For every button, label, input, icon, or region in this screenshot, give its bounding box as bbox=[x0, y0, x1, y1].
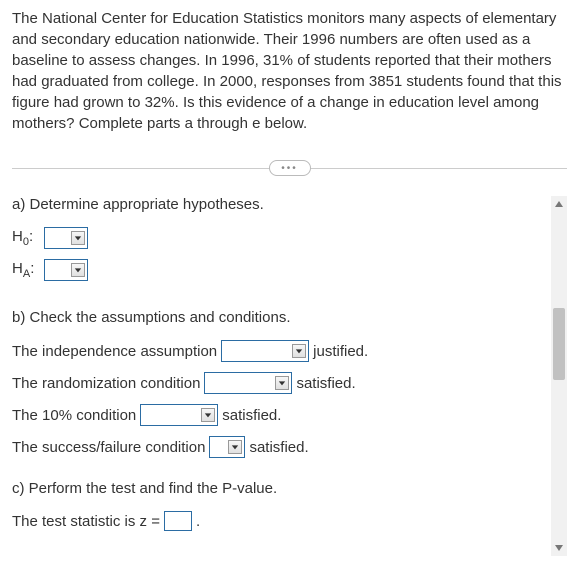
independence-dropdown[interactable] bbox=[221, 340, 309, 362]
chevron-down-icon bbox=[71, 263, 85, 277]
vertical-scrollbar[interactable] bbox=[551, 196, 567, 556]
chevron-down-icon bbox=[292, 344, 306, 358]
test-statistic-suffix: . bbox=[196, 513, 200, 530]
part-c-heading: c) Perform the test and find the P-value… bbox=[12, 480, 547, 497]
independence-label: The independence assumption bbox=[12, 343, 217, 360]
ten-percent-dropdown[interactable] bbox=[140, 404, 218, 426]
h0-dropdown[interactable] bbox=[44, 227, 88, 249]
ha-label: HA: bbox=[12, 260, 40, 280]
expand-pill[interactable]: ••• bbox=[269, 160, 311, 176]
scroll-up-button[interactable] bbox=[551, 196, 567, 212]
z-value-input[interactable] bbox=[164, 511, 192, 531]
randomization-label: The randomization condition bbox=[12, 375, 200, 392]
success-failure-label: The success/failure condition bbox=[12, 439, 205, 456]
scroll-down-button[interactable] bbox=[551, 540, 567, 556]
ten-percent-label: The 10% condition bbox=[12, 407, 136, 424]
success-failure-suffix: satisfied. bbox=[249, 439, 308, 456]
independence-suffix: justified. bbox=[313, 343, 368, 360]
h0-label: H0: bbox=[12, 228, 40, 248]
part-a-heading: a) Determine appropriate hypotheses. bbox=[12, 196, 547, 213]
ten-percent-suffix: satisfied. bbox=[222, 407, 281, 424]
success-failure-dropdown[interactable] bbox=[209, 436, 245, 458]
randomization-dropdown[interactable] bbox=[204, 372, 292, 394]
problem-statement: The National Center for Education Statis… bbox=[12, 8, 567, 134]
randomization-suffix: satisfied. bbox=[296, 375, 355, 392]
chevron-down-icon bbox=[71, 231, 85, 245]
chevron-down-icon bbox=[201, 408, 215, 422]
scrollbar-thumb[interactable] bbox=[553, 308, 565, 380]
test-statistic-label: The test statistic is z = bbox=[12, 513, 160, 530]
chevron-down-icon bbox=[275, 376, 289, 390]
ha-dropdown[interactable] bbox=[44, 259, 88, 281]
part-b-heading: b) Check the assumptions and conditions. bbox=[12, 309, 547, 326]
chevron-down-icon bbox=[228, 440, 242, 454]
